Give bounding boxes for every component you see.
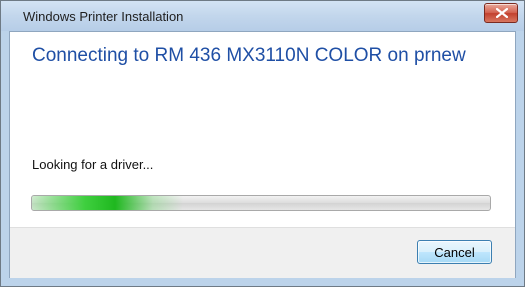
close-icon [496, 8, 508, 18]
connecting-heading: Connecting to RM 436 MX3110N COLOR on pr… [32, 45, 466, 66]
status-text: Looking for a driver... [32, 157, 154, 172]
dialog-content: Connecting to RM 436 MX3110N COLOR on pr… [9, 31, 516, 278]
dialog-footer: Cancel [10, 227, 515, 278]
printer-install-dialog: Windows Printer Installation Connecting … [0, 0, 525, 287]
cancel-button[interactable]: Cancel [417, 240, 492, 264]
window-title: Windows Printer Installation [23, 9, 184, 24]
title-bar[interactable]: Windows Printer Installation [1, 1, 524, 31]
progress-fill [32, 196, 184, 210]
close-button[interactable] [484, 3, 518, 23]
progress-bar [31, 195, 491, 211]
